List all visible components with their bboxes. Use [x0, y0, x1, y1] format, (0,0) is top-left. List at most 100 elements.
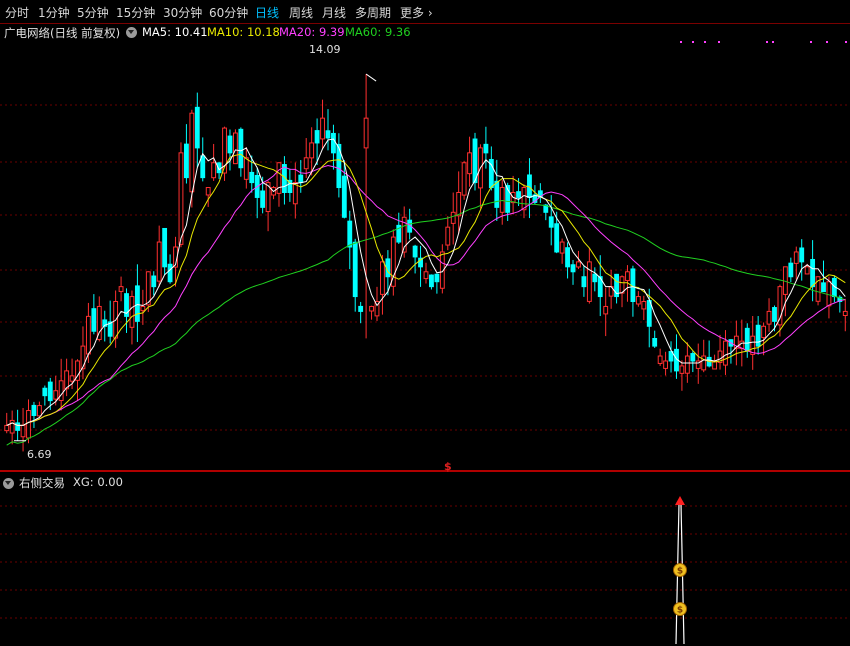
candle: [183, 124, 189, 184]
candle: [162, 227, 168, 275]
candle: [118, 276, 124, 302]
tab-2[interactable]: 5分钟: [77, 4, 109, 21]
tab-0[interactable]: 分时: [5, 4, 29, 21]
svg-text:$: $: [677, 606, 683, 616]
candle: [537, 183, 543, 203]
candle: [352, 238, 358, 312]
candle: [657, 348, 663, 366]
candle: [309, 127, 315, 176]
marker-dot: [704, 41, 706, 43]
tab-4[interactable]: 30分钟: [163, 4, 202, 21]
candle: [461, 160, 467, 200]
candle: [9, 410, 15, 445]
candle: [630, 265, 636, 317]
tab-10[interactable]: 更多 ›: [400, 4, 433, 21]
high-pointer: [365, 73, 377, 82]
candle: [227, 129, 233, 171]
candle: [303, 138, 309, 178]
candle: [690, 351, 696, 373]
candle: [331, 124, 336, 170]
candle: [243, 147, 249, 189]
marker-dot: [692, 41, 694, 43]
candle: [450, 192, 456, 245]
candle: [390, 229, 396, 296]
up-arrow-icon: [675, 496, 685, 505]
candle: [494, 159, 500, 221]
candle: [635, 291, 641, 307]
candle: [42, 385, 48, 406]
candle: [31, 401, 37, 428]
candle: [706, 340, 712, 368]
candle: [178, 142, 184, 248]
candle: [701, 339, 707, 373]
candle: [429, 274, 434, 290]
candle: [64, 358, 70, 397]
candle: [347, 210, 353, 270]
candle: [222, 126, 227, 181]
candle: [238, 127, 244, 177]
candle: [565, 242, 570, 279]
candle: [75, 359, 80, 401]
candle: [58, 358, 64, 411]
high-price-label: 14.09: [309, 43, 341, 56]
candle: [211, 143, 217, 181]
candle: [445, 216, 451, 251]
candle: [363, 74, 369, 339]
low-price-label: 6.69: [27, 448, 52, 461]
tab-7[interactable]: 周线: [289, 4, 313, 21]
marker-dot: [680, 41, 682, 43]
money-bag-icon: $: [673, 602, 687, 616]
candle: [232, 129, 238, 165]
marker-dot: [718, 41, 720, 43]
candle: [36, 401, 42, 417]
candle: [717, 334, 723, 370]
candle: [472, 132, 478, 191]
candle: [782, 266, 788, 317]
marker-dot: [772, 41, 774, 43]
marker-dot: [766, 41, 768, 43]
candle: [320, 99, 325, 149]
candle: [663, 351, 669, 376]
candle: [292, 162, 298, 219]
candle: [439, 244, 445, 294]
candle: [456, 171, 462, 234]
candle: [695, 343, 701, 384]
candle: [20, 407, 26, 452]
candle: [750, 315, 756, 370]
candle: [4, 412, 10, 434]
tab-9[interactable]: 多周期: [355, 4, 391, 21]
candle: [641, 295, 647, 321]
candle: [336, 133, 342, 198]
candle: [200, 137, 206, 182]
marker-dot: [826, 41, 828, 43]
candle: [151, 271, 157, 296]
tab-8[interactable]: 月线: [322, 4, 346, 21]
marker-dot: [845, 41, 847, 43]
candle: [744, 323, 750, 358]
candle: [668, 341, 674, 373]
period-tab-bar: 分时 1分钟 5分钟 15分钟 30分钟 60分钟 日线 周线 月线 多周期 更多 ›: [0, 0, 850, 24]
tab-5[interactable]: 60分钟: [209, 4, 248, 21]
indicator-chart[interactable]: $$: [0, 472, 850, 646]
tab-1[interactable]: 1分钟: [38, 4, 70, 21]
candle: [499, 180, 505, 225]
candle: [586, 248, 592, 304]
ma10-line: [6, 153, 846, 426]
candle: [614, 273, 620, 304]
candle: [592, 267, 598, 292]
candle: [216, 161, 222, 179]
candle: [265, 180, 271, 232]
tab-3[interactable]: 15分钟: [116, 4, 155, 21]
candle: [369, 305, 374, 320]
candle: [298, 160, 304, 193]
candle: [26, 399, 31, 444]
marker-dot: [810, 41, 812, 43]
candle: [799, 239, 805, 281]
candle: [581, 265, 587, 297]
candle: [140, 289, 146, 325]
tab-6[interactable]: 日线: [255, 4, 279, 21]
candle: [478, 144, 483, 209]
candlestick-chart[interactable]: [0, 24, 850, 470]
candle: [287, 168, 293, 202]
ma20-line: [6, 164, 846, 426]
